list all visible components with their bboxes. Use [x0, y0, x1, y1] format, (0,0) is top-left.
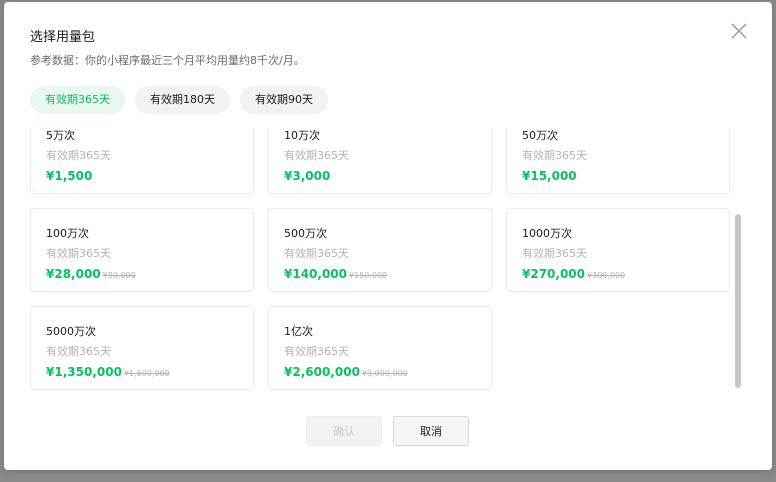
package-name: 5000万次 — [46, 325, 96, 338]
package-price: ¥2,600,000 — [284, 365, 360, 379]
package-price: ¥1,350,000 — [46, 365, 122, 379]
package-name: 500万次 — [284, 227, 327, 240]
package-validity: 有效期365天 — [46, 247, 111, 260]
close-icon-graphic — [731, 23, 747, 39]
package-card-1m[interactable]: 100万次 有效期365天 ¥28,000 ¥30,000 — [30, 208, 254, 292]
package-price: ¥270,000 — [522, 267, 586, 281]
package-name: 10万次 — [284, 129, 320, 142]
package-price: ¥3,000 — [284, 169, 331, 183]
package-price-row: ¥15,000 — [522, 165, 577, 184]
package-price-row: ¥3,000 — [284, 165, 330, 184]
package-original-price: ¥150,000 — [349, 271, 388, 280]
package-name: 5万次 — [46, 129, 75, 142]
package-card-500k[interactable]: 50万次 有效期365天 ¥15,000 — [506, 128, 730, 194]
package-card-100m[interactable]: 1亿次 有效期365天 ¥2,600,000 ¥3,000,000 — [268, 306, 492, 390]
tab-365-days[interactable]: 有效期365天 — [30, 86, 125, 114]
package-original-price: ¥1,500,000 — [123, 369, 170, 378]
package-price-row: ¥140,000 ¥150,000 — [284, 263, 387, 282]
package-original-price: ¥30,000 — [102, 271, 136, 280]
package-name: 100万次 — [46, 227, 89, 240]
cancel-button[interactable]: 取消 — [393, 416, 469, 446]
package-price-row: ¥28,000 ¥30,000 — [46, 263, 136, 282]
package-card-100k[interactable]: 10万次 有效期365天 ¥3,000 — [268, 128, 492, 194]
package-price-row: ¥1,350,000 ¥1,500,000 — [46, 361, 170, 380]
package-price-row: ¥270,000 ¥300,000 — [522, 263, 625, 282]
select-package-dialog: 选择用量包 参考数据：你的小程序最近三个月平均用量约8千次/月。 有效期365天… — [4, 2, 772, 470]
package-name: 50万次 — [522, 129, 558, 142]
package-validity: 有效期365天 — [46, 345, 111, 358]
package-price-row: ¥1,500 — [46, 165, 92, 184]
package-card-50k[interactable]: 5万次 有效期365天 ¥1,500 — [30, 128, 254, 194]
confirm-button[interactable]: 确认 — [306, 416, 382, 446]
package-list: 5万次 有效期365天 ¥1,500 10万次 有效期365天 ¥3,000 5… — [30, 128, 746, 394]
package-price-row: ¥2,600,000 ¥3,000,000 — [284, 361, 408, 380]
package-price: ¥28,000 — [46, 267, 101, 281]
package-original-price: ¥300,000 — [587, 271, 626, 280]
package-validity: 有效期365天 — [522, 247, 587, 260]
package-validity: 有效期365天 — [284, 345, 349, 358]
tab-180-days[interactable]: 有效期180天 — [135, 86, 230, 114]
close-icon[interactable] — [730, 22, 748, 40]
package-list-scrollbar[interactable] — [734, 128, 742, 394]
package-card-10m[interactable]: 1000万次 有效期365天 ¥270,000 ¥300,000 — [506, 208, 730, 292]
package-validity: 有效期365天 — [46, 149, 111, 162]
package-validity: 有效期365天 — [284, 247, 349, 260]
package-name: 1000万次 — [522, 227, 572, 240]
package-card-50m[interactable]: 5000万次 有效期365天 ¥1,350,000 ¥1,500,000 — [30, 306, 254, 390]
scrollbar-thumb[interactable] — [735, 214, 741, 388]
package-validity: 有效期365天 — [284, 149, 349, 162]
package-card-5m[interactable]: 500万次 有效期365天 ¥140,000 ¥150,000 — [268, 208, 492, 292]
validity-tabs: 有效期365天 有效期180天 有效期90天 — [30, 86, 328, 114]
package-price: ¥1,500 — [46, 169, 93, 183]
package-name: 1亿次 — [284, 325, 313, 338]
package-validity: 有效期365天 — [522, 149, 587, 162]
package-price: ¥140,000 — [284, 267, 348, 281]
package-original-price: ¥3,000,000 — [361, 369, 408, 378]
tab-90-days[interactable]: 有效期90天 — [240, 86, 328, 114]
dialog-title: 选择用量包 — [30, 30, 96, 45]
package-price: ¥15,000 — [522, 169, 577, 183]
usage-reference-text: 参考数据：你的小程序最近三个月平均用量约8千次/月。 — [30, 54, 305, 67]
